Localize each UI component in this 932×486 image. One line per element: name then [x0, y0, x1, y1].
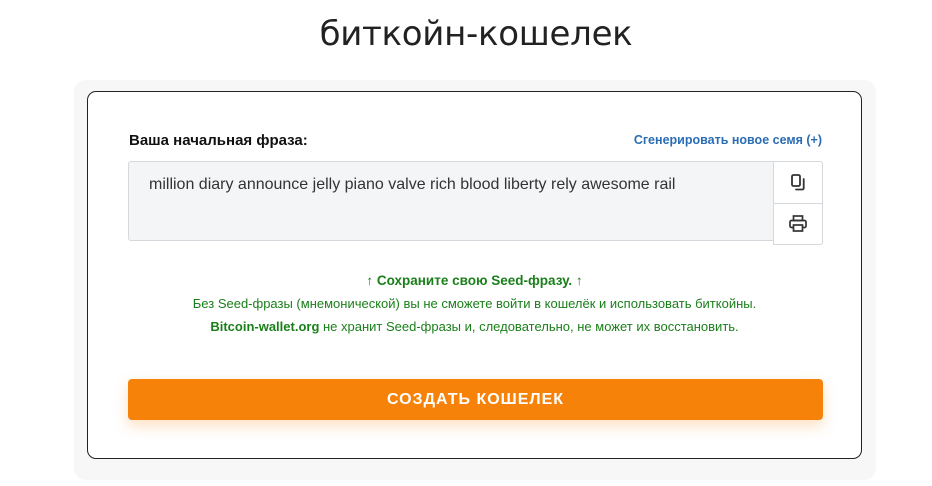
copy-button[interactable]	[774, 162, 822, 204]
seed-label: Ваша начальная фраза:	[129, 132, 308, 149]
create-wallet-button[interactable]: СОЗДАТЬ КОШЕЛЕК	[128, 379, 823, 420]
print-button[interactable]	[774, 203, 822, 244]
site-brand-link[interactable]: Bitcoin-wallet.org	[210, 319, 319, 334]
save-seed-notice-title: ↑ Сохраните свою Seed-фразу. ↑	[366, 273, 583, 288]
seed-phrase-text: million diary announce jelly piano valve…	[149, 176, 676, 193]
copy-icon	[791, 173, 805, 190]
printer-icon	[789, 215, 807, 232]
generate-new-seed-link[interactable]: Сгенерировать новое семя (+)	[634, 133, 822, 147]
seed-actions	[773, 161, 823, 245]
page-title: биткойн-кошелек	[319, 14, 633, 54]
save-seed-notice-line2: Bitcoin-wallet.org не хранит Seed-фразы …	[88, 319, 861, 334]
notice-line2-text: не хранит Seed-фразы и, следовательно, н…	[319, 319, 739, 334]
save-seed-notice-line1: Без Seed-фразы (мнемонической) вы не смо…	[192, 296, 757, 311]
seed-phrase-box: million diary announce jelly piano valve…	[128, 161, 823, 245]
wallet-card: Ваша начальная фраза: Сгенерировать ново…	[87, 91, 862, 459]
